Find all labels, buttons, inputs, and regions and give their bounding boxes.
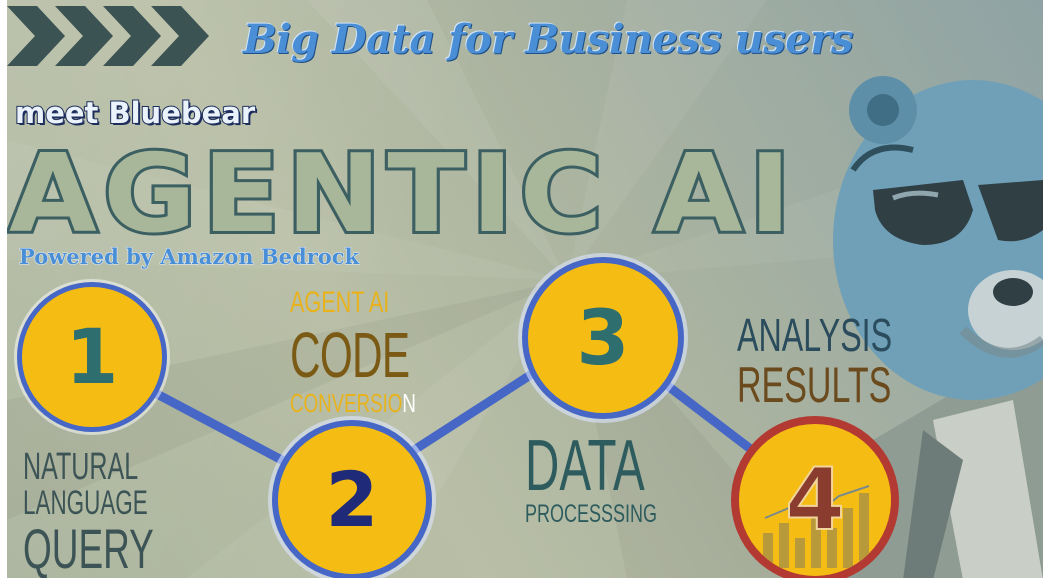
step-3-circle: 3 [522,257,684,419]
step-2-circle: 2 [272,420,432,578]
step-2-label-main: CODE [290,319,410,391]
step-2-number: 2 [325,455,379,544]
step-4-label-line-1: ANALYSIS [737,309,893,361]
step-1-circle: 1 [17,282,167,432]
poster: Big Data for Business users meet Bluebea… [7,0,1043,578]
step-2-label-bottom-main: CONVERSIO [290,388,403,418]
step-4-number: 4 [784,450,846,550]
step-2-label-bottom: CONVERSION [290,388,416,419]
step-3-label-main: DATA [525,426,645,506]
step-1-label-line-3: QUERY [23,517,154,578]
step-2-label-top: AGENT AI [290,286,390,319]
step-4-label-line-2: RESULTS [737,357,892,413]
step-2-label-bottom-last: N [402,388,416,418]
step-1-label-line-1: NATURAL [23,446,139,488]
step-3-number: 3 [576,293,630,382]
step-3-label-sub: PROCESSSING [525,500,658,528]
step-1-number: 1 [65,312,119,401]
step-4-circle: 4 [731,416,899,578]
